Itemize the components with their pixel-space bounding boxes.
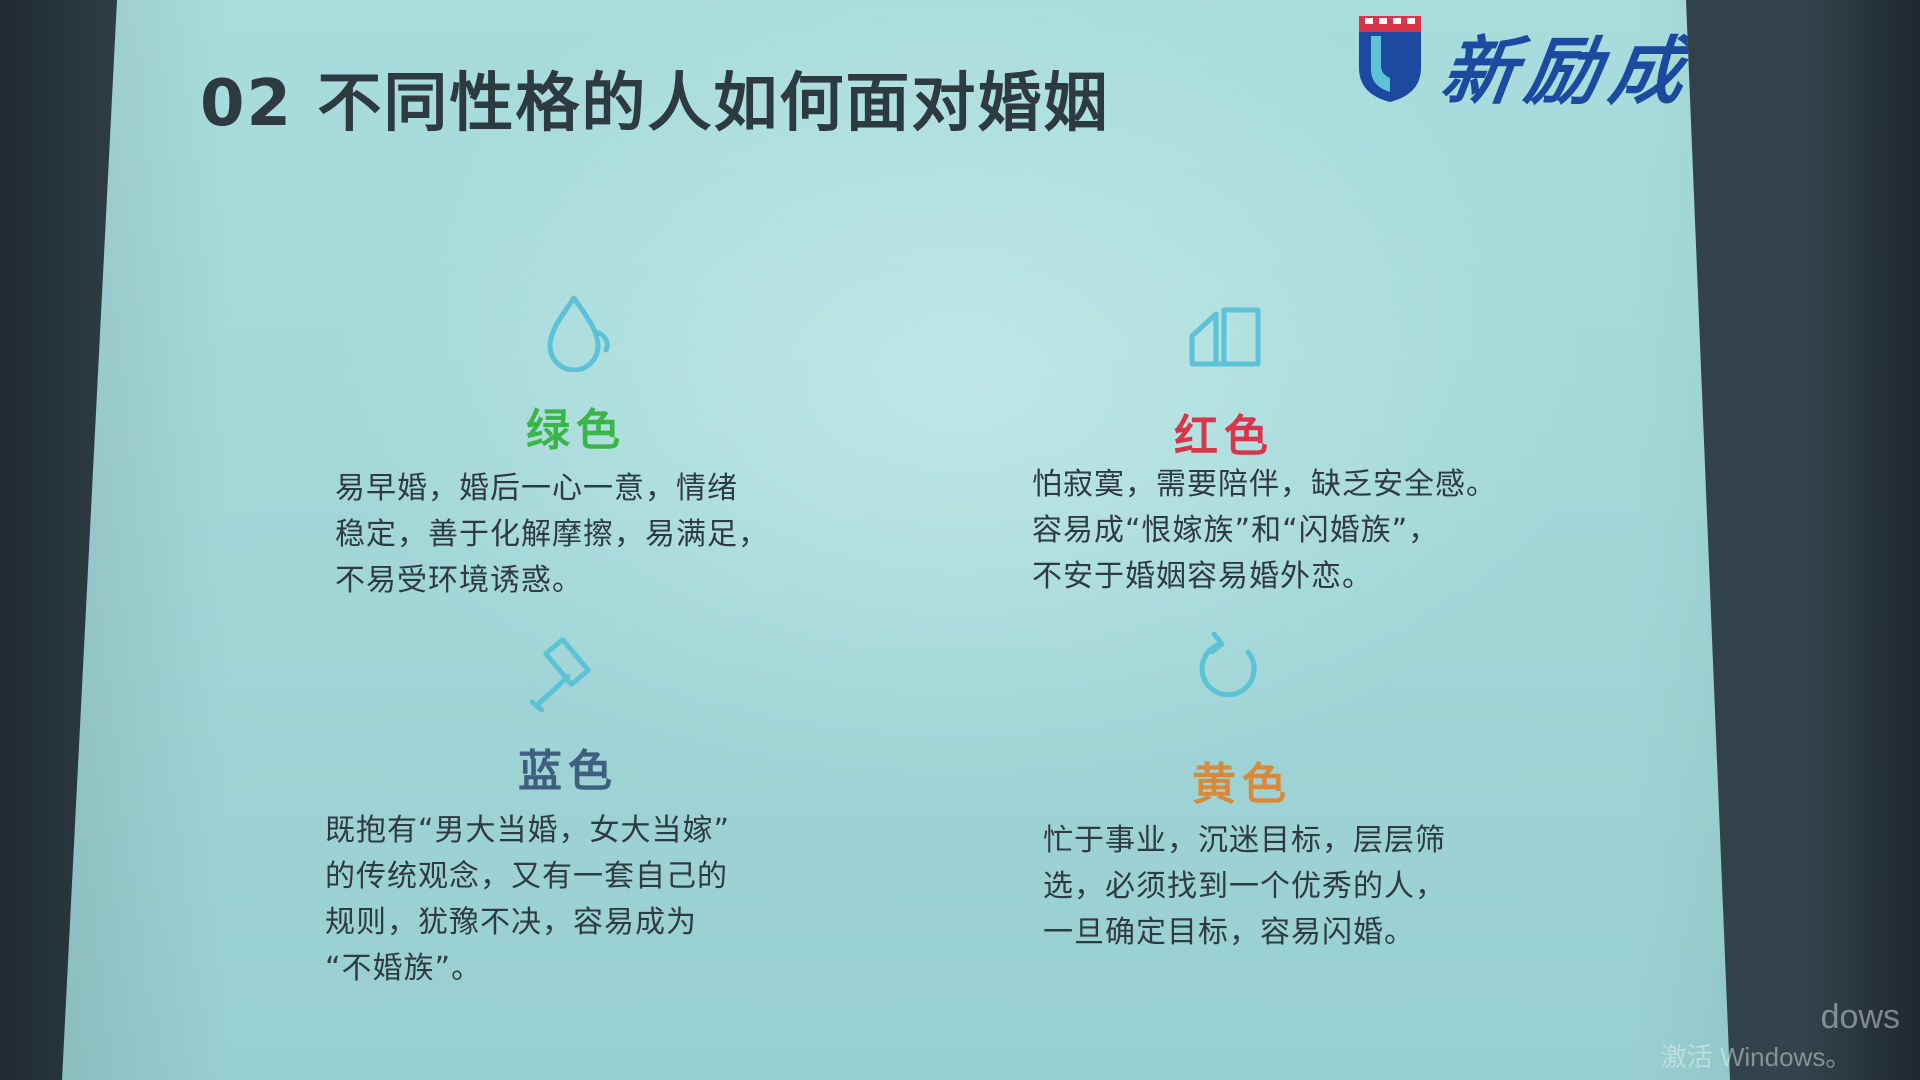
body-red-line: 不安于婚姻容易婚外恋。	[1032, 559, 1373, 594]
paint-roller-icon	[528, 636, 604, 712]
watermark-line-2: 激活 Windows。	[1660, 1042, 1852, 1072]
body-red-line: 怕寂寞，需要陪伴，缺乏安全感。	[1032, 467, 1497, 502]
heading-blue: 蓝色	[518, 746, 618, 797]
body-blue: 既抱有“男大当婚，女大当嫁” 的传统观念，又有一套自己的 规则，犹豫不决，容易成…	[325, 808, 730, 992]
body-blue-line: 规则，犹豫不决，容易成为	[325, 905, 697, 940]
windows-activation-watermark: dows 激活 Windows。	[1661, 998, 1900, 1074]
body-yellow: 忙于事业，沉迷目标，层层筛 选，必须找到一个优秀的人， 一旦确定目标，容易闪婚。	[1043, 818, 1446, 956]
shield-logo-icon	[1359, 16, 1421, 102]
water-drop-icon	[540, 292, 620, 372]
body-blue-line: “不婚族”。	[325, 951, 483, 986]
body-red: 怕寂寞，需要陪伴，缺乏安全感。 容易成“恨嫁族”和“闪婚族”， 不安于婚姻容易婚…	[1032, 462, 1497, 600]
heading-green: 绿色	[526, 405, 626, 456]
body-blue-line: 既抱有“男大当婚，女大当嫁”	[325, 813, 731, 848]
body-blue-line: 的传统观念，又有一套自己的	[325, 859, 728, 894]
company-logo: 新励成	[1355, 8, 1700, 115]
photo-stage: 02 不同性格的人如何面对婚姻 新励成 绿色 易早婚，婚后一心一意，情绪 稳定，…	[0, 0, 1920, 1080]
body-red-line: 容易成“恨嫁族”和“闪婚族”，	[1032, 513, 1440, 548]
logo-wordmark: 新励成	[1436, 29, 1701, 115]
slide-title: 02 不同性格的人如何面对婚姻	[200, 67, 1110, 141]
body-green-line: 易早婚，婚后一心一意，情绪	[335, 471, 738, 506]
body-green-line: 不易受环境诱惑。	[335, 563, 583, 598]
refresh-icon	[1190, 628, 1270, 708]
projected-slide: 02 不同性格的人如何面对婚姻 新励成 绿色 易早婚，婚后一心一意，情绪 稳定，…	[62, 0, 1730, 1080]
heading-yellow: 黄色	[1192, 759, 1292, 810]
body-yellow-line: 忙于事业，沉迷目标，层层筛	[1043, 823, 1446, 858]
heading-red: 红色	[1174, 411, 1274, 462]
body-yellow-line: 一旦确定目标，容易闪婚。	[1043, 915, 1415, 950]
body-yellow-line: 选，必须找到一个优秀的人，	[1043, 869, 1446, 904]
watermark-line-1: dows	[1820, 998, 1900, 1036]
body-green-line: 稳定，善于化解摩擦，易满足，	[335, 517, 769, 552]
body-green: 易早婚，婚后一心一意，情绪 稳定，善于化解摩擦，易满足， 不易受环境诱惑。	[335, 466, 769, 604]
shapes-icon	[1188, 302, 1264, 370]
